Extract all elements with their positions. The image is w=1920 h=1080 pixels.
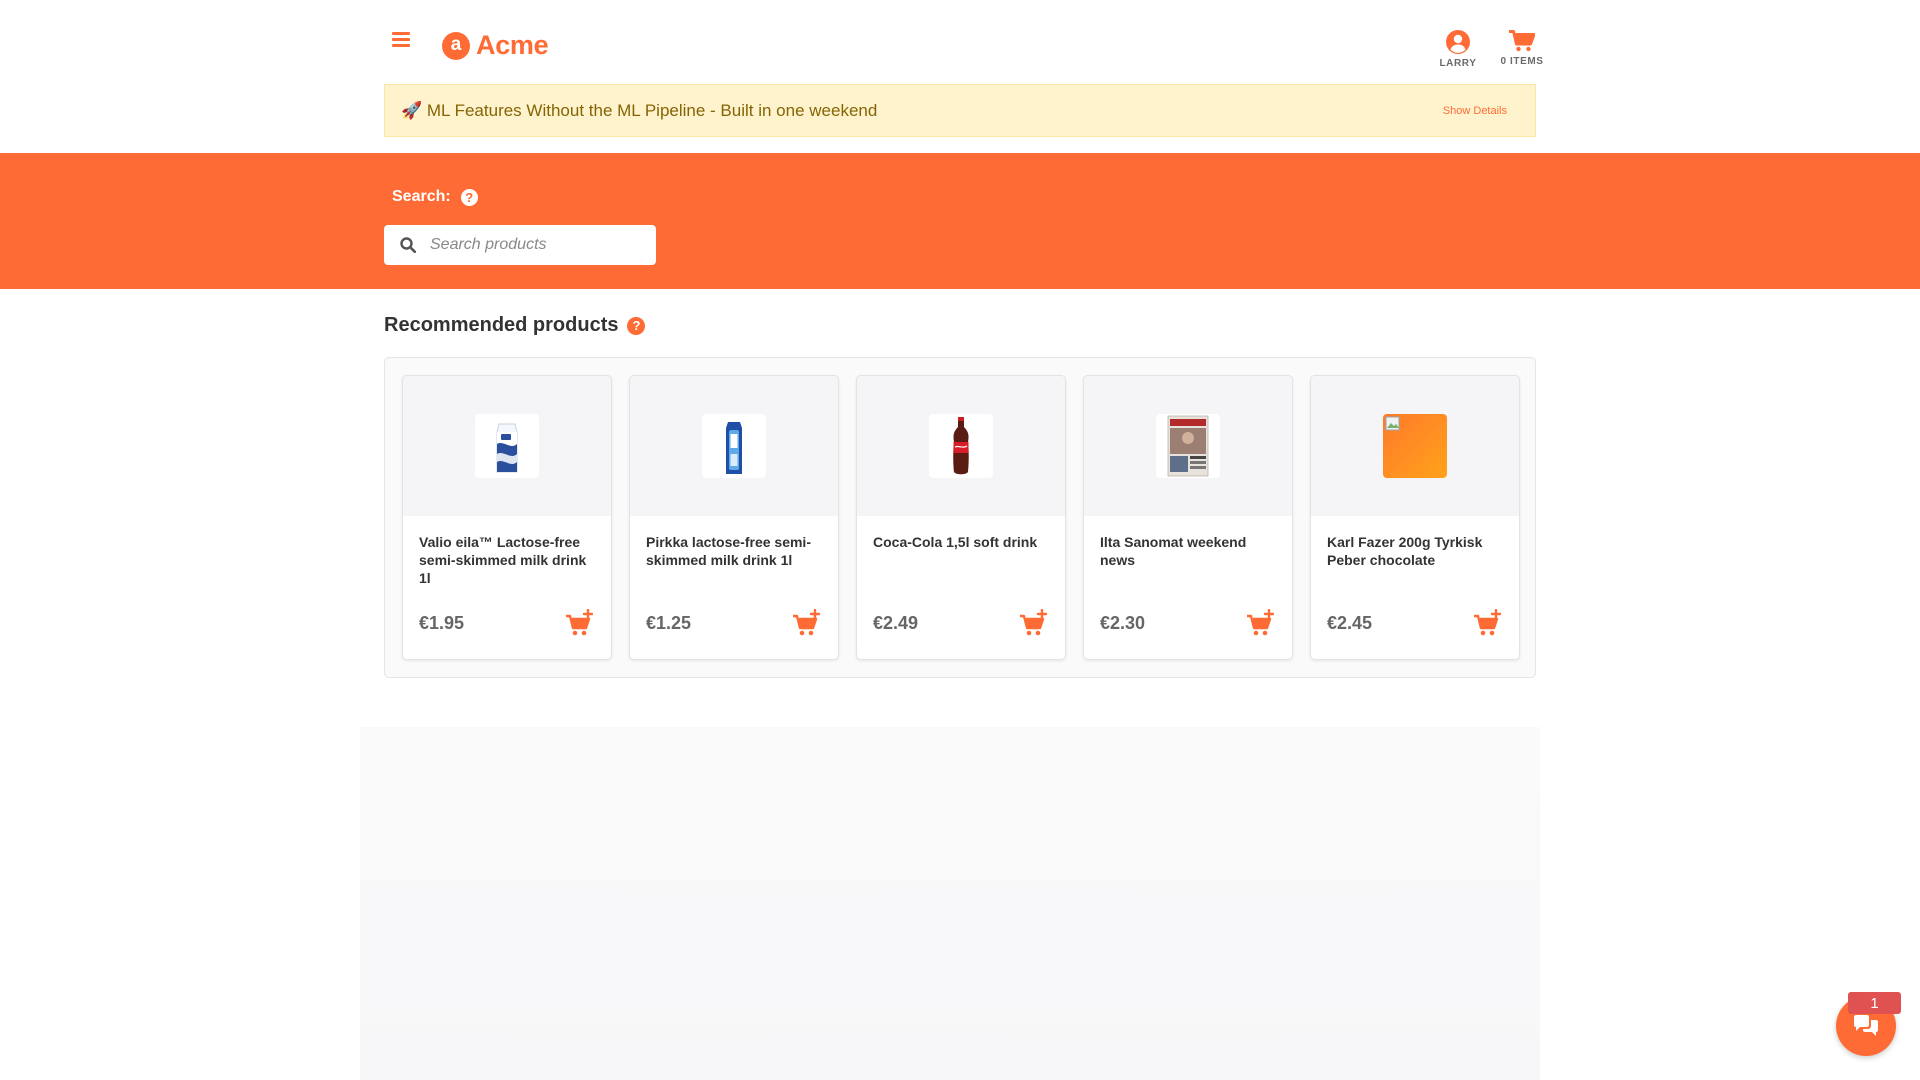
user-account-button[interactable]: LARRY xyxy=(1428,30,1488,69)
shopping-cart-icon xyxy=(1509,30,1535,52)
add-to-cart-button[interactable] xyxy=(792,608,821,642)
product-image xyxy=(1156,414,1220,478)
logo-text: Acme xyxy=(476,30,549,60)
product-card[interactable]: Valio eila™ Lactose-free semi-skimmed mi… xyxy=(402,375,612,660)
search-label: Search: ? xyxy=(392,188,478,206)
recommended-title: Recommended products xyxy=(384,314,619,336)
product-price: €2.30 xyxy=(1100,613,1146,633)
search-input[interactable] xyxy=(430,236,630,254)
add-to-cart-button[interactable] xyxy=(565,608,594,642)
search-band xyxy=(0,153,1920,289)
comments-icon xyxy=(1854,1015,1878,1036)
cart-plus-icon xyxy=(793,608,821,636)
product-card[interactable]: Coca-Cola 1,5l soft drink €2.49 xyxy=(856,375,1066,660)
product-name: Karl Fazer 200g Tyrkisk Peber chocolate xyxy=(1327,534,1483,568)
recommended-products-panel: Valio eila™ Lactose-free semi-skimmed mi… xyxy=(384,357,1536,678)
product-card[interactable]: Ilta Sanomat weekend news €2.30 xyxy=(1083,375,1293,660)
product-image-area xyxy=(1084,376,1292,516)
question-circle-icon[interactable]: ? xyxy=(460,188,478,206)
add-to-cart-button[interactable] xyxy=(1246,608,1275,642)
product-image-area xyxy=(1311,376,1519,516)
user-circle-icon xyxy=(1446,30,1470,54)
product-image xyxy=(702,414,766,478)
search-box[interactable] xyxy=(384,225,656,265)
cart-plus-icon xyxy=(1247,608,1275,636)
banner-text: 🚀 ML Features Without the ML Pipeline - … xyxy=(401,100,878,120)
cart-plus-icon xyxy=(566,608,594,636)
product-name: Coca-Cola 1,5l soft drink xyxy=(873,534,1038,550)
user-name-label: LARRY xyxy=(1439,58,1477,69)
chat-notification-badge: 1 xyxy=(1848,992,1901,1014)
product-image-area xyxy=(630,376,838,516)
announcement-banner: 🚀 ML Features Without the ML Pipeline - … xyxy=(384,84,1536,137)
product-card[interactable]: Pirkka lactose-free semi-skimmed milk dr… xyxy=(629,375,839,660)
broken-image-icon xyxy=(1383,414,1447,478)
add-to-cart-button[interactable] xyxy=(1019,608,1048,642)
cart-plus-icon xyxy=(1474,608,1502,636)
product-name: Valio eila™ Lactose-free semi-skimmed mi… xyxy=(419,534,587,586)
content-placeholder-area xyxy=(360,727,1540,1080)
search-icon xyxy=(400,237,416,253)
product-price: €2.49 xyxy=(873,613,919,633)
site-header: a Acme LARRY 0 ITEMS xyxy=(384,0,1543,84)
product-price: €2.45 xyxy=(1327,613,1373,633)
question-circle-icon[interactable]: ? xyxy=(627,316,646,335)
product-price: €1.25 xyxy=(646,613,692,633)
cart-button[interactable]: 0 ITEMS xyxy=(1488,30,1556,67)
product-card[interactable]: Karl Fazer 200g Tyrkisk Peber chocolate … xyxy=(1310,375,1520,660)
product-image xyxy=(929,414,993,478)
cart-plus-icon xyxy=(1020,608,1048,636)
product-name: Ilta Sanomat weekend news xyxy=(1100,534,1247,568)
add-to-cart-button[interactable] xyxy=(1473,608,1502,642)
product-image-area xyxy=(857,376,1065,516)
product-price: €1.95 xyxy=(419,613,465,633)
recommended-heading: Recommended products ? xyxy=(384,314,646,337)
acme-logo[interactable]: a Acme xyxy=(442,30,549,61)
product-name: Pirkka lactose-free semi-skimmed milk dr… xyxy=(646,534,811,568)
product-image xyxy=(475,414,539,478)
logo-mark: a xyxy=(442,31,470,60)
show-details-link[interactable]: Show Details xyxy=(1443,105,1507,117)
product-image-area xyxy=(403,376,611,516)
search-label-text: Search: xyxy=(392,188,451,205)
hamburger-menu-icon[interactable] xyxy=(392,32,410,48)
cart-count-label: 0 ITEMS xyxy=(1500,56,1544,67)
